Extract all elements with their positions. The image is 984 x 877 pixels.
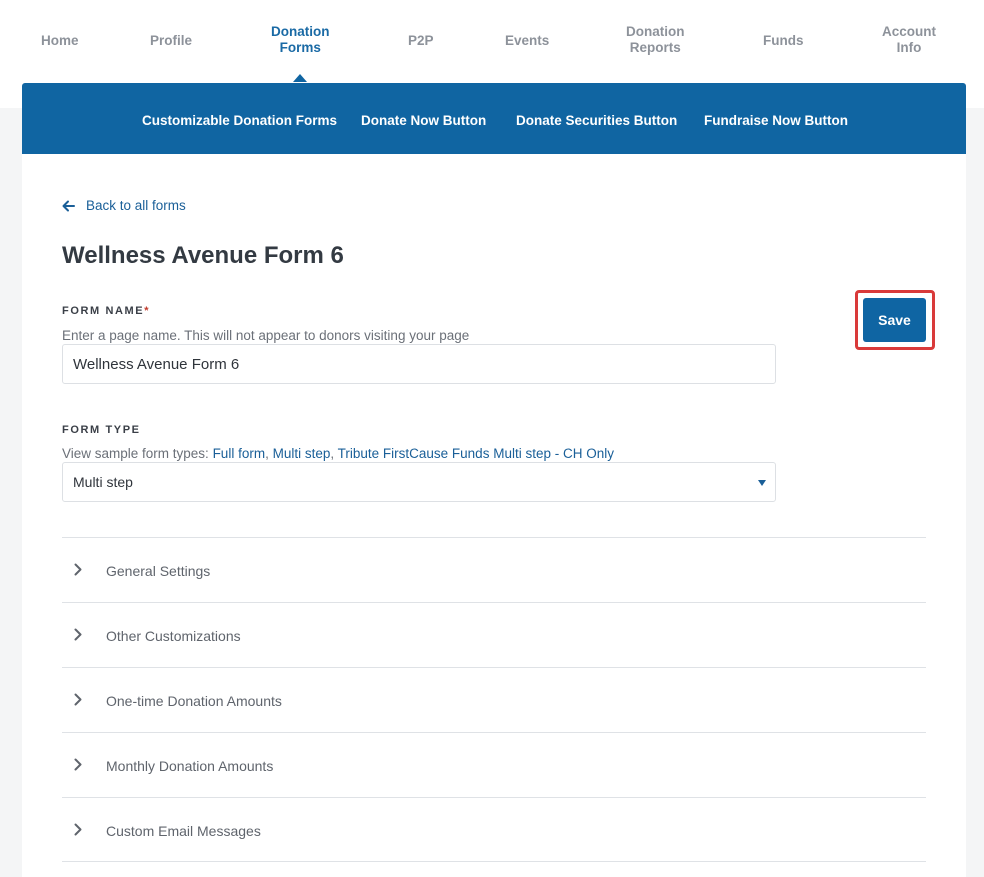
nav-item-account-info[interactable]: Account Info xyxy=(882,24,936,56)
form-type-select[interactable]: Multi step xyxy=(62,462,776,502)
nav-item-label-line2: Info xyxy=(896,40,922,55)
nav-item-label: Profile xyxy=(150,33,193,48)
chevron-right-icon xyxy=(74,823,82,836)
nav-item-donation-reports[interactable]: Donation Reports xyxy=(626,24,685,56)
form-type-label: FORM TYPE xyxy=(62,424,141,436)
nav-item-label-line1: Donation xyxy=(626,24,685,39)
form-type-helper: View sample form types: Full form, Multi… xyxy=(62,446,614,461)
required-mark: * xyxy=(144,305,151,317)
link-separator: , xyxy=(265,446,273,461)
chevron-right-icon xyxy=(74,563,82,576)
sample-link-multi-step[interactable]: Multi step xyxy=(273,446,331,461)
nav-item-label: Events xyxy=(505,33,550,48)
form-name-label: FORM NAME* xyxy=(62,305,150,317)
sample-link-tribute-multi-step[interactable]: Tribute FirstCause Funds Multi step - CH… xyxy=(338,446,614,461)
accordion-label: Other Customizations xyxy=(106,628,241,644)
nav-item-label: Home xyxy=(41,33,79,48)
nav-item-donation-forms[interactable]: Donation Forms xyxy=(271,24,330,82)
nav-item-label: Funds xyxy=(763,33,804,48)
page-title: Wellness Avenue Form 6 xyxy=(62,242,344,269)
chevron-right-icon xyxy=(74,693,82,706)
subnav-item-donate-now-button[interactable]: Donate Now Button xyxy=(361,113,486,128)
accordion-label: General Settings xyxy=(106,563,211,579)
nav-item-home[interactable]: Home xyxy=(41,33,79,49)
nav-item-label-line2: Forms xyxy=(279,40,321,55)
save-highlight: Save xyxy=(855,290,935,350)
form-name-label-text: FORM NAME xyxy=(62,305,145,317)
form-name-helper: Enter a page name. This will not appear … xyxy=(62,328,470,343)
accordion-label: One-time Donation Amounts xyxy=(106,693,282,709)
back-link-label: Back to all forms xyxy=(86,198,186,213)
chevron-right-icon xyxy=(74,758,82,771)
form-editor-card: Back to all forms Wellness Avenue Form 6… xyxy=(22,154,966,877)
link-separator: , xyxy=(330,446,338,461)
nav-item-events[interactable]: Events xyxy=(505,33,549,49)
chevron-right-icon xyxy=(74,628,82,641)
form-name-input[interactable] xyxy=(62,344,776,384)
nav-item-label-line1: Donation xyxy=(271,24,330,39)
active-caret-icon xyxy=(293,74,308,82)
accordion-label: Custom Email Messages xyxy=(106,823,261,839)
subnav-item-customizable-donation-forms[interactable]: Customizable Donation Forms xyxy=(142,113,337,128)
accordion-monthly-donation-amounts[interactable]: Monthly Donation Amounts xyxy=(62,732,926,797)
accordion-other-customizations[interactable]: Other Customizations xyxy=(62,602,926,667)
sample-link-full-form[interactable]: Full form xyxy=(213,446,266,461)
subnav-item-fundraise-now-button[interactable]: Fundraise Now Button xyxy=(704,113,848,128)
sub-navigation: Customizable Donation Forms Donate Now B… xyxy=(22,83,966,154)
nav-item-profile[interactable]: Profile xyxy=(150,33,192,49)
accordion-custom-email-messages[interactable]: Custom Email Messages xyxy=(62,797,926,862)
accordion-label: Monthly Donation Amounts xyxy=(106,758,274,774)
nav-item-label: P2P xyxy=(408,33,434,48)
arrow-left-icon xyxy=(62,200,75,211)
nav-item-label-line1: Account xyxy=(882,24,936,39)
nav-item-label-line2: Reports xyxy=(629,40,681,55)
settings-accordion: General Settings Other Customizations On… xyxy=(62,537,926,862)
accordion-general-settings[interactable]: General Settings xyxy=(62,537,926,602)
save-button[interactable]: Save xyxy=(863,298,926,342)
form-type-selected-value: Multi step xyxy=(73,474,133,490)
subnav-item-donate-securities-button[interactable]: Donate Securities Button xyxy=(516,113,677,128)
nav-item-funds[interactable]: Funds xyxy=(763,33,804,49)
back-to-all-forms-link[interactable]: Back to all forms xyxy=(62,198,186,213)
accordion-one-time-donation-amounts[interactable]: One-time Donation Amounts xyxy=(62,667,926,732)
form-type-helper-prefix: View sample form types: xyxy=(62,446,213,461)
dropdown-arrow-icon xyxy=(758,480,766,486)
nav-item-p2p[interactable]: P2P xyxy=(408,33,434,49)
